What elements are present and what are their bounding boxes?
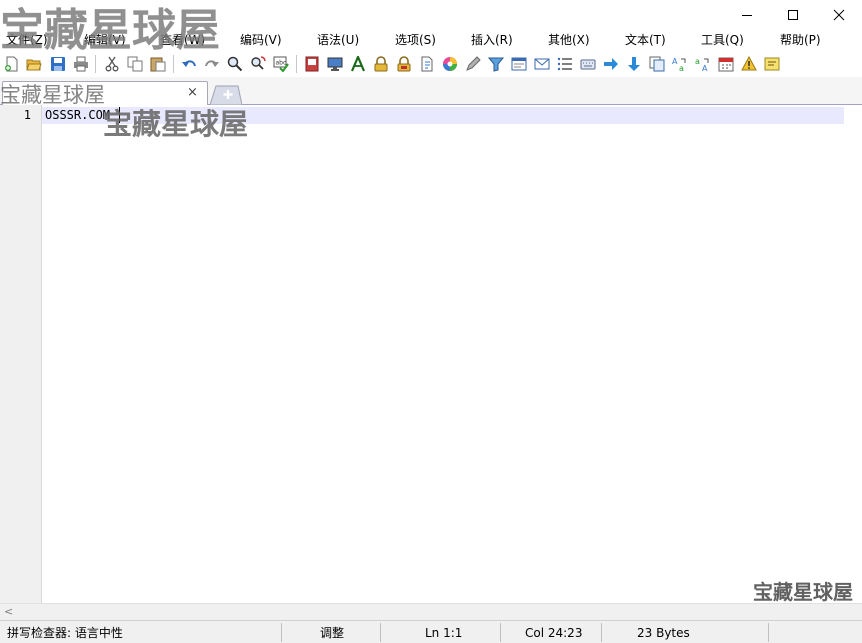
vertical-scrollbar[interactable] — [844, 105, 862, 603]
menu-tools[interactable]: 工具(Q) — [701, 33, 744, 48]
status-separator — [601, 623, 602, 642]
svg-text:a: a — [695, 57, 700, 66]
text-caret — [119, 107, 120, 123]
arrow-right-icon[interactable] — [602, 55, 620, 73]
new-file-icon[interactable] — [3, 55, 21, 73]
arrow-down-icon[interactable] — [625, 55, 643, 73]
svg-text:abc: abc — [276, 60, 287, 67]
open-folder-icon[interactable] — [25, 55, 43, 73]
tab-bar: × — [0, 77, 862, 106]
status-separator — [768, 623, 769, 642]
new-tab-button[interactable] — [208, 85, 242, 105]
spellcheck-icon[interactable]: abc — [272, 55, 290, 73]
svg-text:a: a — [679, 64, 684, 72]
horizontal-scrollbar[interactable]: < — [0, 603, 862, 620]
menu-options[interactable]: 选项(S) — [395, 33, 436, 48]
status-column: Col 24:23 — [525, 625, 583, 640]
document-export-icon[interactable] — [418, 55, 436, 73]
calendar-icon[interactable] — [717, 55, 735, 73]
status-line: Ln 1:1 — [425, 625, 463, 640]
menu-syntax[interactable]: 语法(U) — [317, 33, 359, 48]
maximize-button[interactable] — [770, 0, 816, 30]
copy-icon[interactable] — [126, 55, 144, 73]
title-bar — [0, 0, 862, 30]
save-icon[interactable] — [49, 55, 67, 73]
minimize-icon — [742, 15, 752, 16]
color-wheel-icon[interactable] — [441, 55, 459, 73]
current-line-highlight — [42, 107, 844, 124]
menu-text[interactable]: 文本(T) — [625, 33, 666, 48]
copy-doc-icon[interactable] — [648, 55, 666, 73]
print-icon[interactable] — [72, 55, 90, 73]
convert-icon[interactable]: Aa — [671, 55, 689, 73]
status-separator — [281, 623, 282, 642]
find-icon[interactable] — [226, 55, 244, 73]
toolbar-separator — [95, 55, 96, 73]
menu-insert[interactable]: 插入(R) — [471, 33, 513, 48]
book-icon[interactable] — [303, 55, 321, 73]
cut-icon[interactable] — [103, 55, 121, 73]
status-bar: 拼写检查器: 语言中性 调整 Ln 1:1 Col 24:23 23 Bytes — [0, 620, 862, 643]
status-size: 23 Bytes — [637, 625, 690, 640]
font-icon[interactable] — [349, 55, 367, 73]
menu-bar: 文件(Z) 编辑(V) 查看(W) 编码(V) 语法(U) 选项(S) 插入(R… — [0, 30, 862, 51]
tab-close-icon[interactable]: × — [187, 86, 198, 100]
status-mode[interactable]: 调整 — [320, 621, 344, 643]
menu-view[interactable]: 查看(W) — [160, 33, 205, 48]
status-separator — [380, 623, 381, 642]
filter-icon[interactable] — [487, 55, 505, 73]
undo-icon[interactable] — [180, 55, 198, 73]
line-number-gutter: 1 — [0, 105, 42, 603]
maximize-icon — [788, 10, 798, 20]
toolbar-separator — [173, 55, 174, 73]
menu-encoding[interactable]: 编码(V) — [240, 33, 282, 48]
status-separator — [500, 623, 501, 642]
redo-icon[interactable] — [203, 55, 221, 73]
toolbar: abc Aa a A — [0, 51, 862, 77]
scroll-left-icon[interactable]: < — [4, 605, 13, 618]
pen-icon[interactable] — [464, 55, 482, 73]
close-icon — [833, 9, 845, 21]
list-icon[interactable] — [556, 55, 574, 73]
status-spellcheck[interactable]: 拼写检查器: 语言中性 — [7, 621, 123, 643]
editor-area[interactable]: 1 OSSSR.COM — [0, 105, 862, 603]
plus-icon — [209, 85, 242, 105]
note-icon[interactable] — [763, 55, 781, 73]
menu-help[interactable]: 帮助(P) — [780, 33, 821, 48]
menu-other[interactable]: 其他(X) — [548, 33, 590, 48]
close-button[interactable] — [816, 0, 862, 30]
minimize-button[interactable] — [724, 0, 770, 30]
monitor-icon[interactable] — [326, 55, 344, 73]
keyboard-icon[interactable] — [579, 55, 597, 73]
warning-icon[interactable] — [740, 55, 758, 73]
editor-line-text[interactable]: OSSSR.COM — [45, 108, 110, 122]
line-number: 1 — [23, 108, 31, 122]
svg-text:A: A — [702, 64, 708, 72]
mail-icon[interactable] — [533, 55, 551, 73]
convert-alt-icon[interactable]: aA — [694, 55, 712, 73]
lock-icon[interactable] — [372, 55, 390, 73]
menu-file[interactable]: 文件(Z) — [6, 33, 48, 48]
replace-icon[interactable] — [249, 55, 267, 73]
menu-edit[interactable]: 编辑(V) — [84, 33, 126, 48]
svg-text:A: A — [672, 57, 678, 66]
lock-read-only-icon[interactable] — [395, 55, 413, 73]
tab-document[interactable]: × — [2, 81, 208, 106]
window-icon[interactable] — [510, 55, 528, 73]
paste-icon[interactable] — [149, 55, 167, 73]
toolbar-separator — [296, 55, 297, 73]
